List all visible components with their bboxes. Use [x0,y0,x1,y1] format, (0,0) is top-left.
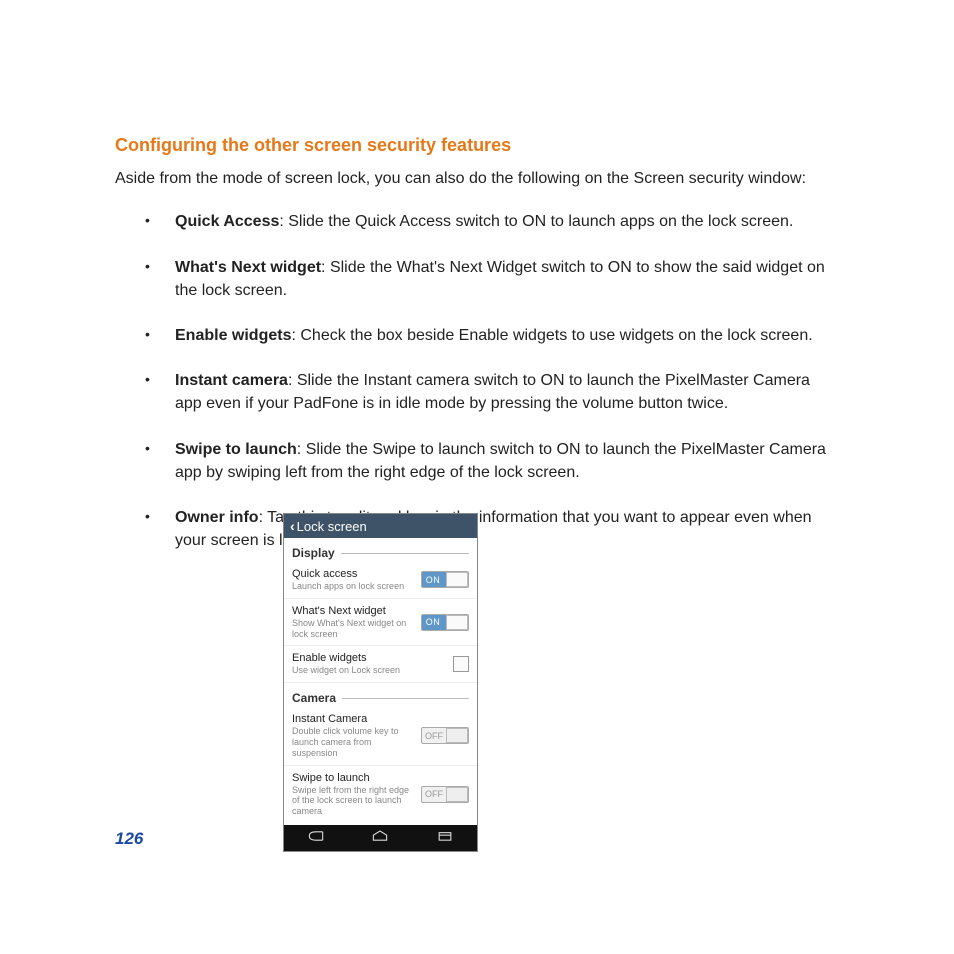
bullet-list: Quick Access: Slide the Quick Access swi… [145,210,839,552]
row-quick-access[interactable]: Quick access Launch apps on lock screen … [284,562,477,599]
row-title: Enable widgets [292,652,447,664]
toggle-label: OFF [422,789,446,799]
bullet-term: What's Next widget [175,259,321,276]
row-title: Swipe to launch [292,772,415,784]
row-subtitle: Launch apps on lock screen [292,581,415,592]
section-header-display: Display [284,538,477,562]
android-navbar [284,825,477,851]
toggle-knob [446,615,468,630]
row-subtitle: Swipe left from the right edge of the lo… [292,785,415,817]
toggle-knob [446,728,468,743]
row-subtitle: Use widget on Lock screen [292,665,447,676]
bullet-item: Instant camera: Slide the Instant camera… [145,369,839,415]
row-swipe-launch[interactable]: Swipe to launch Swipe left from the righ… [284,766,477,823]
phone-title: Lock screen [297,519,367,534]
toggle-label: ON [422,575,446,585]
section-heading: Configuring the other screen security fe… [115,135,839,156]
row-enable-widgets[interactable]: Enable widgets Use widget on Lock screen [284,646,477,683]
phone-titlebar[interactable]: ‹ Lock screen [284,514,477,538]
divider [341,553,469,554]
bullet-desc: : Slide the Quick Access switch to ON to… [279,213,793,230]
toggle-instant-camera[interactable]: OFF [421,727,469,744]
bullet-item: Quick Access: Slide the Quick Access swi… [145,210,839,233]
bullet-term: Owner info [175,509,259,526]
row-instant-camera[interactable]: Instant Camera Double click volume key t… [284,707,477,765]
back-icon[interactable] [306,829,326,848]
page-number: 126 [115,829,143,849]
recent-icon[interactable] [435,829,455,848]
row-title: Instant Camera [292,713,415,725]
toggle-whats-next[interactable]: ON [421,614,469,631]
bullet-desc: : Tap this to edit and key in the inform… [175,509,812,549]
bullet-item: Swipe to launch: Slide the Swipe to laun… [145,438,839,484]
section-header-camera: Camera [284,683,477,707]
bullet-term: Instant camera [175,372,288,389]
checkbox-enable-widgets[interactable] [453,656,469,672]
row-title: What's Next widget [292,605,415,617]
toggle-label: ON [422,617,446,627]
phone-content: Display Quick access Launch apps on lock… [284,538,477,825]
bullet-item: What's Next widget: Slide the What's Nex… [145,256,839,302]
bullet-term: Swipe to launch [175,441,297,458]
back-chevron-icon[interactable]: ‹ [290,518,295,534]
row-whats-next[interactable]: What's Next widget Show What's Next widg… [284,599,477,647]
toggle-knob [446,787,468,802]
toggle-knob [446,572,468,587]
toggle-quick-access[interactable]: ON [421,571,469,588]
divider [342,698,469,699]
home-icon[interactable] [370,829,390,848]
bullet-item: Enable widgets: Check the box beside Ena… [145,324,839,347]
row-title: Quick access [292,568,415,580]
phone-screenshot: ‹ Lock screen Display Quick access Launc… [283,513,478,852]
toggle-label: OFF [422,731,446,741]
bullet-term: Enable widgets [175,327,291,344]
toggle-swipe-launch[interactable]: OFF [421,786,469,803]
bullet-term: Quick Access [175,213,279,230]
section-label: Display [292,546,335,560]
row-subtitle: Double click volume key to launch camera… [292,726,415,758]
row-subtitle: Show What's Next widget on lock screen [292,618,415,640]
bullet-desc: : Check the box beside Enable widgets to… [291,327,812,344]
bullet-item: Owner info: Tap this to edit and key in … [145,506,839,552]
section-label: Camera [292,691,336,705]
intro-paragraph: Aside from the mode of screen lock, you … [115,168,839,190]
